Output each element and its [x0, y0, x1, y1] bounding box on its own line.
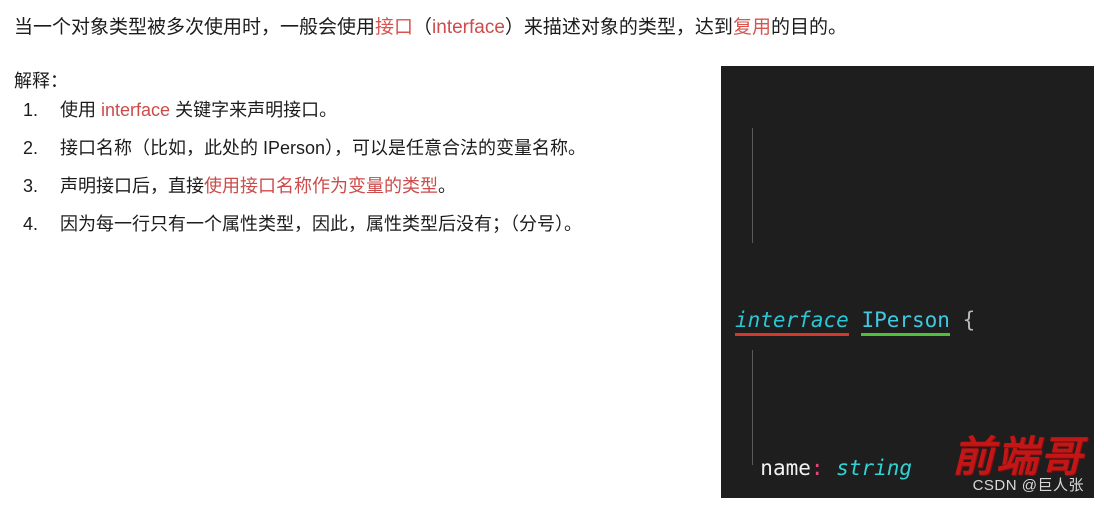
list-item: 4. 因为每一行只有一个属性类型，因此，属性类型后没有；（分号）。 — [14, 214, 704, 234]
list-item-text: 接口名称（比如，此处的 IPerson），可以是任意合法的变量名称。 — [60, 138, 704, 158]
token-colon: : — [810, 456, 824, 480]
list-item: 3. 声明接口后，直接使用接口名称作为变量的类型。 — [14, 176, 704, 196]
watermark-credit: CSDN @巨人张 — [972, 477, 1084, 494]
list-item-number: 2. — [22, 138, 38, 158]
watermark-brand: 前端哥 — [951, 432, 1084, 481]
list-item: 2. 接口名称（比如，此处的 IPerson），可以是任意合法的变量名称。 — [14, 138, 704, 158]
list-item-text-post: 。 — [438, 176, 456, 196]
intro-highlight-interface: interface — [432, 17, 505, 38]
code-line-1: interface IPerson { — [735, 302, 1094, 339]
indent-guide-line — [752, 128, 753, 243]
list-item-text-pre: 接口名称（比如，此处的 IPerson），可以是任意合法的变量名称。 — [60, 138, 587, 158]
section-label-explain: 解释： — [14, 71, 68, 91]
token-brace-open: { — [962, 308, 976, 332]
token-type-string: string — [836, 456, 913, 480]
token-type-iperson: IPerson — [861, 308, 950, 336]
indent-guide-line — [752, 350, 753, 465]
list-item: 1. 使用 interface 关键字来声明接口。 — [14, 100, 704, 120]
intro-text-3: ）来描述对象的类型，达到 — [504, 17, 733, 38]
list-item-text: 声明接口后，直接使用接口名称作为变量的类型。 — [60, 176, 704, 196]
intro-paragraph: 当一个对象类型被多次使用时，一般会使用接口（interface）来描述对象的类型… — [14, 14, 974, 42]
list-item-text: 因为每一行只有一个属性类型，因此，属性类型后没有；（分号）。 — [60, 214, 704, 234]
intro-highlight-jiekou: 接口 — [375, 17, 414, 38]
list-item-number: 3. — [22, 176, 38, 196]
intro-text-4: 的目的。 — [770, 17, 847, 38]
intro-highlight-fuyong: 复用 — [732, 17, 771, 38]
list-item-text-pre: 因为每一行只有一个属性类型，因此，属性类型后没有；（分号）。 — [60, 214, 582, 234]
list-item-text-pre: 使用 — [60, 100, 102, 120]
list-item-number: 4. — [22, 214, 38, 234]
intro-text-2: （ — [413, 17, 433, 38]
explanation-list: 1. 使用 interface 关键字来声明接口。 2. 接口名称（比如，此处的… — [14, 100, 704, 252]
code-block-panel: interface IPerson { name: string age: nu… — [721, 66, 1094, 498]
page-root: 当一个对象类型被多次使用时，一般会使用接口（interface）来描述对象的类型… — [0, 0, 1104, 505]
list-item-text-highlight: interface — [101, 100, 171, 120]
list-item-text-pre: 声明接口后，直接 — [60, 176, 204, 196]
token-keyword-interface: interface — [735, 308, 849, 336]
intro-text-1: 当一个对象类型被多次使用时，一般会使用 — [14, 17, 376, 38]
list-item-number: 1. — [22, 100, 38, 120]
list-item-text-highlight: 使用接口名称作为变量的类型 — [204, 176, 438, 196]
list-item-text-post: 关键字来声明接口。 — [170, 100, 338, 120]
list-item-text: 使用 interface 关键字来声明接口。 — [60, 100, 704, 120]
token-property-name: name — [760, 456, 811, 480]
